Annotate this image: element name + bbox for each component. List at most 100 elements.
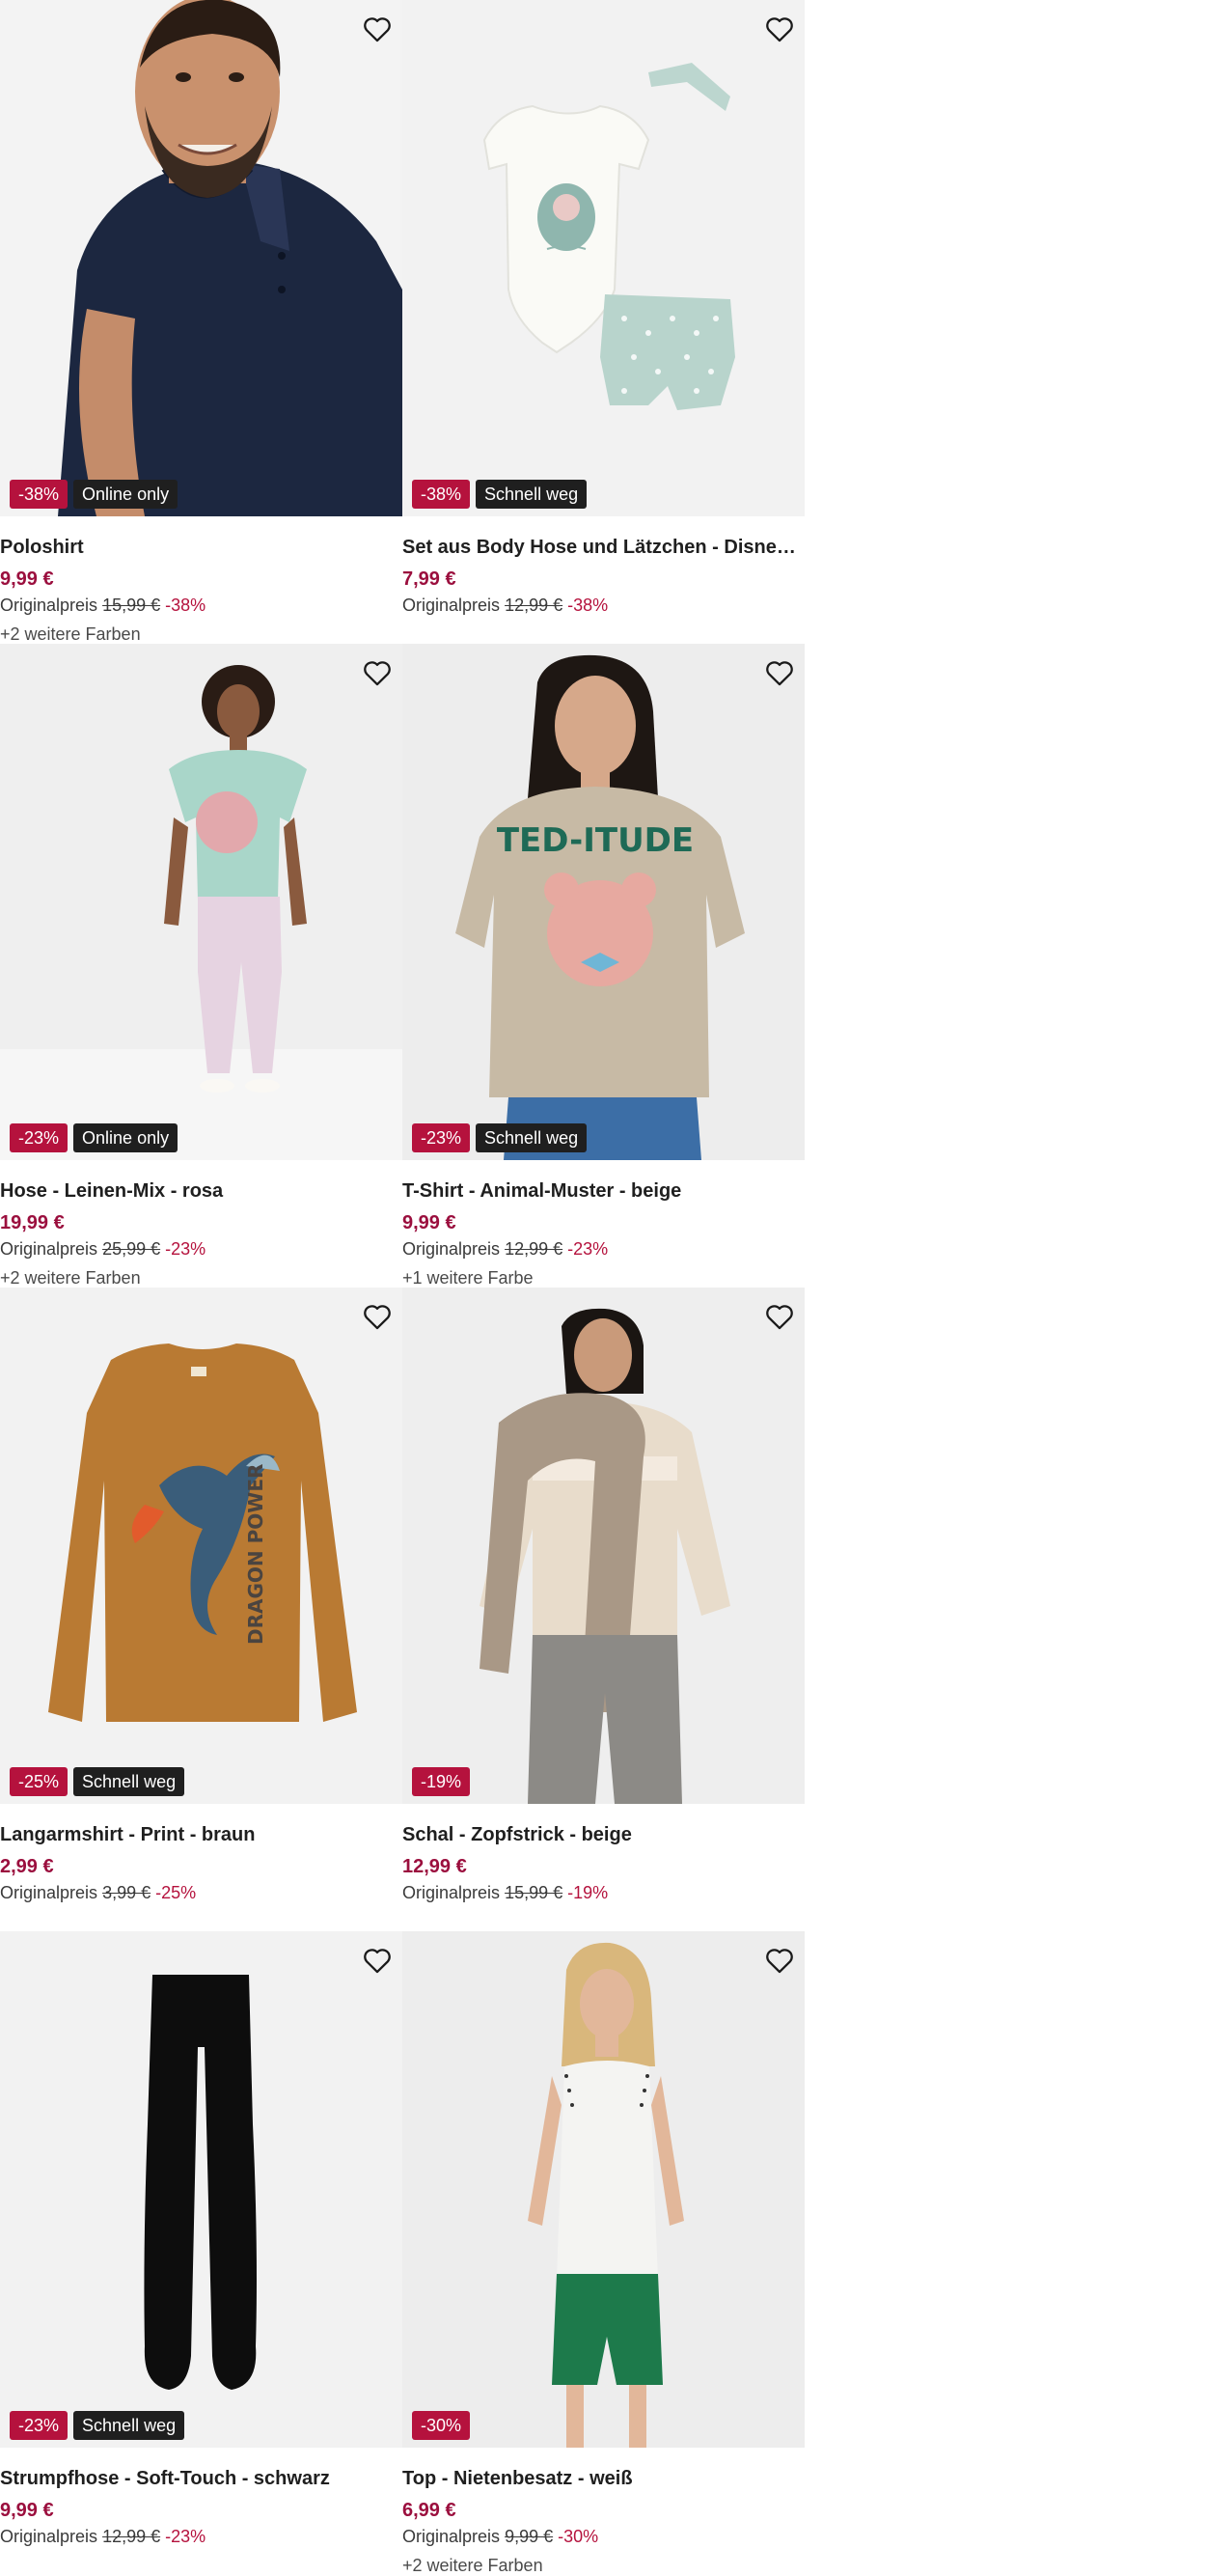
wishlist-heart-icon[interactable] (358, 1297, 397, 1336)
original-price-line: Originalpreis 15,99 € -19% (402, 1880, 805, 1905)
product-image[interactable]: TED-ITUDE -23% Schnell weg (402, 644, 805, 1160)
more-colors-link[interactable]: +2 weitere Farben (402, 2553, 805, 2575)
svg-text:DRAGON POWER: DRAGON POWER (244, 1464, 267, 1645)
product-image[interactable]: -23% Schnell weg (0, 1931, 402, 2448)
product-info: Schal - Zopfstrick - beige 12,99 € Origi… (402, 1820, 805, 1905)
wishlist-heart-icon[interactable] (358, 1941, 397, 1980)
product-title[interactable]: Schal - Zopfstrick - beige (402, 1820, 805, 1849)
promo-badge: Schnell weg (73, 2411, 185, 2440)
original-price-line: Originalpreis 12,99 € -38% (402, 593, 805, 618)
promo-badge: Schnell weg (476, 480, 588, 509)
original-price-line: Originalpreis 25,99 € -23% (0, 1236, 402, 1261)
original-price-label: Originalpreis (0, 596, 98, 615)
discount-badge: -19% (412, 1767, 471, 1796)
discount-badge: -25% (10, 1767, 69, 1796)
discount-percent: -30% (558, 2527, 599, 2546)
product-price: 9,99 € (402, 1212, 456, 1233)
product-card[interactable]: -19% Schal - Zopfstrick - beige 12,99 € … (402, 1288, 805, 1931)
original-price-label: Originalpreis (0, 1239, 98, 1259)
wishlist-heart-icon[interactable] (760, 1297, 799, 1336)
more-colors-link[interactable]: +1 weitere Farbe (402, 1265, 805, 1288)
badge-group: -23% Schnell weg (412, 1123, 588, 1152)
product-image[interactable]: -19% (402, 1288, 805, 1804)
product-price: 9,99 € (0, 2500, 54, 2521)
product-card[interactable]: TED-ITUDE -23% Schnell weg T-Shirt - Ani… (402, 644, 805, 1288)
promo-badge: Online only (73, 1123, 178, 1152)
product-title[interactable]: T-Shirt - Animal-Muster - beige (402, 1177, 805, 1205)
original-price: 15,99 € (505, 1883, 563, 1902)
original-price-label: Originalpreis (402, 2527, 501, 2546)
original-price-label: Originalpreis (0, 2527, 98, 2546)
original-price-label: Originalpreis (402, 1883, 501, 1902)
product-info: Set aus Body Hose und Lätzchen - Disney … (402, 533, 805, 618)
product-image[interactable]: -38% Schnell weg (402, 0, 805, 516)
product-price: 19,99 € (0, 1212, 65, 1233)
promo-badge: Schnell weg (73, 1767, 185, 1796)
product-image[interactable]: DRAGON POWER -25% Schnell weg (0, 1288, 402, 1804)
discount-percent: -23% (165, 2527, 206, 2546)
product-photo (402, 0, 805, 516)
original-price: 3,99 € (102, 1883, 151, 1902)
discount-percent: -38% (567, 596, 609, 615)
discount-badge: -38% (412, 480, 471, 509)
discount-badge: -23% (10, 1123, 69, 1152)
product-price: 9,99 € (0, 568, 54, 590)
product-title[interactable]: Poloshirt (0, 533, 402, 562)
original-price: 12,99 € (505, 1239, 563, 1259)
product-photo (0, 644, 402, 1160)
wishlist-heart-icon[interactable] (358, 653, 397, 692)
badge-group: -23% Online only (10, 1123, 178, 1152)
original-price-label: Originalpreis (402, 596, 501, 615)
product-card[interactable]: DRAGON POWER -25% Schnell weg Langarmshi… (0, 1288, 402, 1931)
product-photo: TED-ITUDE (402, 644, 805, 1160)
promo-badge: Online only (73, 480, 178, 509)
product-image[interactable]: -30% (402, 1931, 805, 2448)
product-price: 12,99 € (402, 1856, 467, 1877)
discount-percent: -23% (165, 1239, 206, 1259)
discount-percent: -38% (165, 596, 206, 615)
badge-group: -30% (412, 2411, 471, 2440)
original-price-line: Originalpreis 9,99 € -30% (402, 2524, 805, 2549)
original-price: 15,99 € (102, 596, 161, 615)
wishlist-heart-icon[interactable] (760, 1941, 799, 1980)
product-card[interactable]: -30% Top - Nietenbesatz - weiß 6,99 € Or… (402, 1931, 805, 2575)
product-card[interactable]: -38% Online only Poloshirt 9,99 € Origin… (0, 0, 402, 644)
product-title[interactable]: Top - Nietenbesatz - weiß (402, 2464, 805, 2493)
product-photo (0, 0, 402, 516)
badge-group: -25% Schnell weg (10, 1767, 185, 1796)
product-title[interactable]: Set aus Body Hose und Lätzchen - Disney … (402, 533, 805, 562)
original-price: 12,99 € (505, 596, 563, 615)
more-colors-link[interactable]: +2 weitere Farben (0, 622, 402, 644)
badge-group: -19% (412, 1767, 471, 1796)
original-price-line: Originalpreis 3,99 € -25% (0, 1880, 402, 1905)
product-image[interactable]: -38% Online only (0, 0, 402, 516)
wishlist-heart-icon[interactable] (760, 10, 799, 48)
discount-percent: -23% (567, 1239, 609, 1259)
product-info: Top - Nietenbesatz - weiß 6,99 € Origina… (402, 2464, 805, 2575)
product-title[interactable]: Hose - Leinen-Mix - rosa (0, 1177, 402, 1205)
original-price: 12,99 € (102, 2527, 161, 2546)
promo-badge: Schnell weg (476, 1123, 588, 1152)
original-price: 9,99 € (505, 2527, 554, 2546)
product-card[interactable]: -23% Online only Hose - Leinen-Mix - ros… (0, 644, 402, 1288)
product-info: Hose - Leinen-Mix - rosa 19,99 € Origina… (0, 1177, 402, 1288)
product-price: 6,99 € (402, 2500, 456, 2521)
product-card[interactable]: -23% Schnell weg Strumpfhose - Soft-Touc… (0, 1931, 402, 2575)
product-photo (402, 1931, 805, 2448)
product-photo: DRAGON POWER (0, 1288, 402, 1804)
badge-group: -23% Schnell weg (10, 2411, 185, 2440)
product-price: 7,99 € (402, 568, 456, 590)
product-title[interactable]: Strumpfhose - Soft-Touch - schwarz (0, 2464, 402, 2493)
original-price-line: Originalpreis 12,99 € -23% (0, 2524, 402, 2549)
wishlist-heart-icon[interactable] (760, 653, 799, 692)
product-title[interactable]: Langarmshirt - Print - braun (0, 1820, 402, 1849)
product-card[interactable]: -38% Schnell weg Set aus Body Hose und L… (402, 0, 805, 644)
product-image[interactable]: -23% Online only (0, 644, 402, 1160)
original-price-label: Originalpreis (0, 1883, 98, 1902)
more-colors-link[interactable]: +2 weitere Farben (0, 1265, 402, 1288)
wishlist-heart-icon[interactable] (358, 10, 397, 48)
original-price: 25,99 € (102, 1239, 161, 1259)
discount-badge: -23% (10, 2411, 69, 2440)
product-info: Strumpfhose - Soft-Touch - schwarz 9,99 … (0, 2464, 402, 2549)
badge-group: -38% Schnell weg (412, 480, 588, 509)
